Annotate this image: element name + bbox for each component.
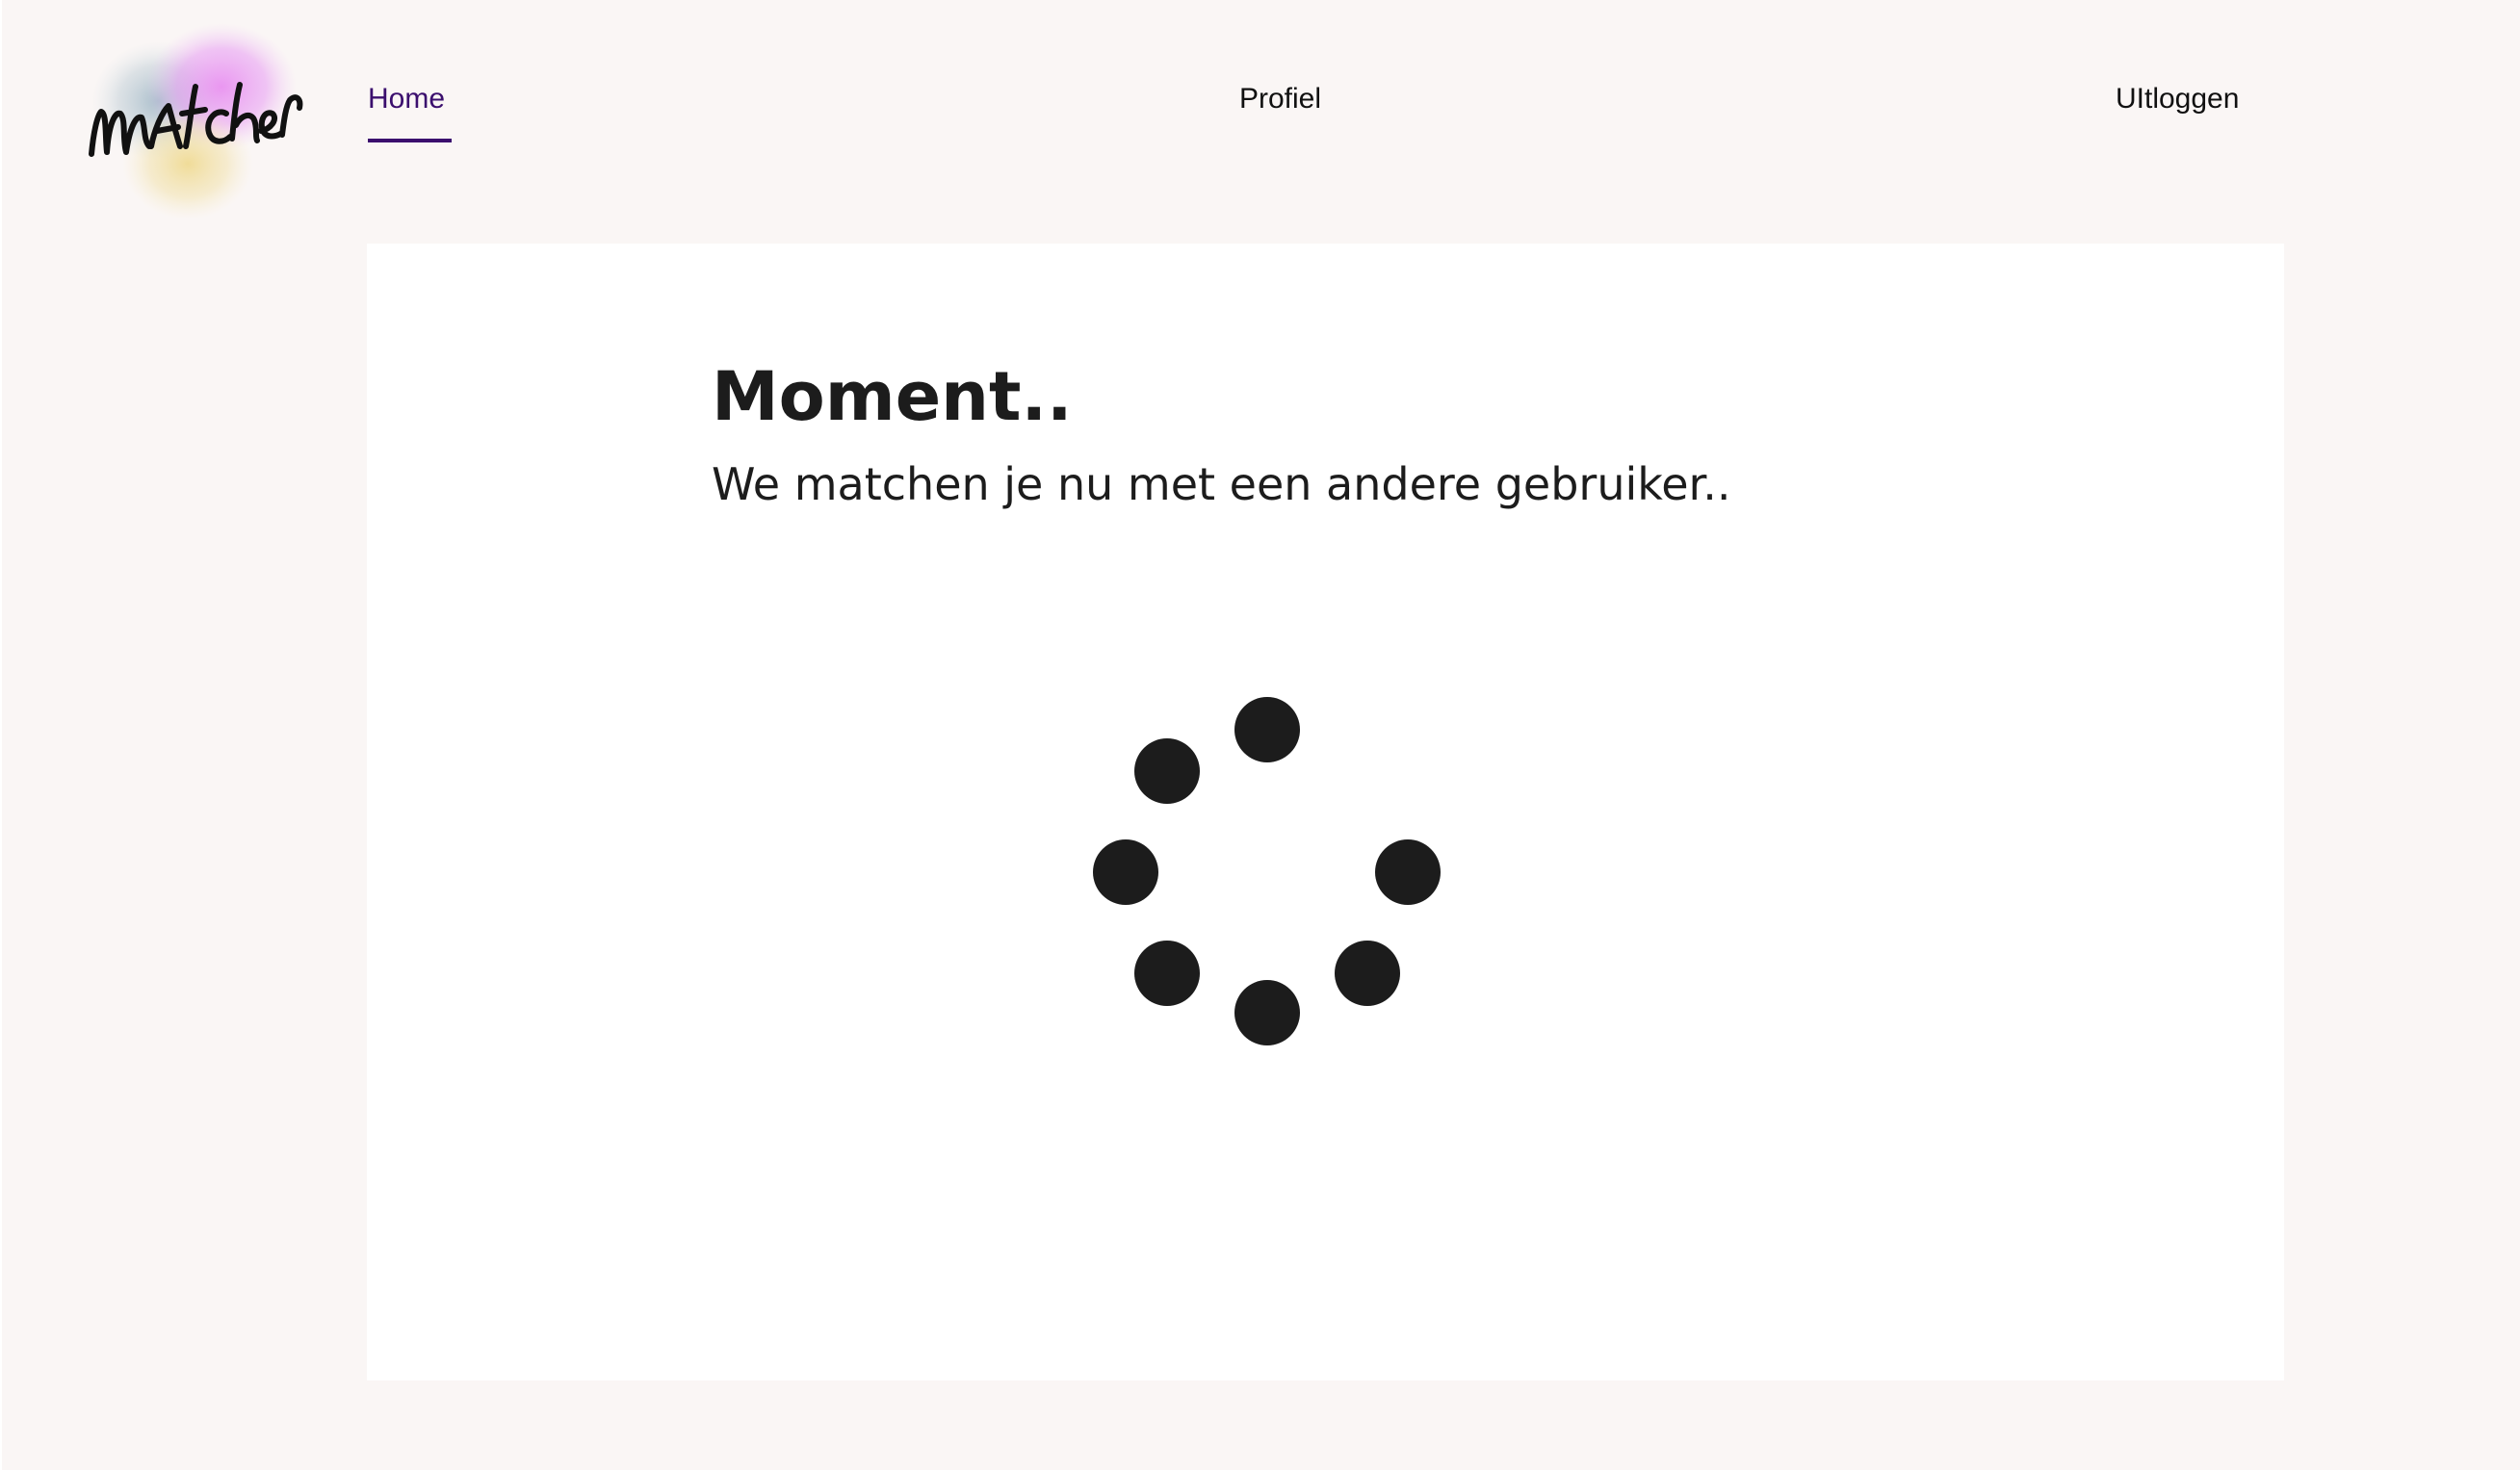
nav-logout-label: UItloggen (2116, 83, 2240, 115)
status-message: We matchen je nu met een andere gebruike… (712, 458, 1731, 510)
spinner-dot (1134, 941, 1200, 1006)
page-edge (0, 0, 2, 1470)
nav-home-link[interactable]: Home (368, 81, 452, 142)
top-navigation: Home Profiel UItloggen (0, 0, 2520, 219)
loading-spinner (1089, 697, 1474, 1091)
nav-logout-link[interactable]: UItloggen (2116, 81, 2239, 117)
matching-card: Moment.. We matchen je nu met een andere… (367, 244, 2284, 1380)
nav-home-label: Home (368, 83, 446, 115)
spinner-dot (1134, 738, 1200, 804)
spinner-dot (1234, 980, 1300, 1045)
active-tab-indicator (368, 139, 452, 142)
nav-profile-label: Profiel (1239, 83, 1322, 115)
spinner-dot (1234, 697, 1300, 762)
page-title: Moment.. (712, 357, 1073, 436)
nav-profile-link[interactable]: Profiel (1239, 81, 1321, 117)
spinner-dot (1093, 839, 1158, 905)
matcher-logo[interactable] (72, 19, 303, 241)
spinner-dot (1375, 839, 1441, 905)
spinner-dot (1335, 941, 1400, 1006)
